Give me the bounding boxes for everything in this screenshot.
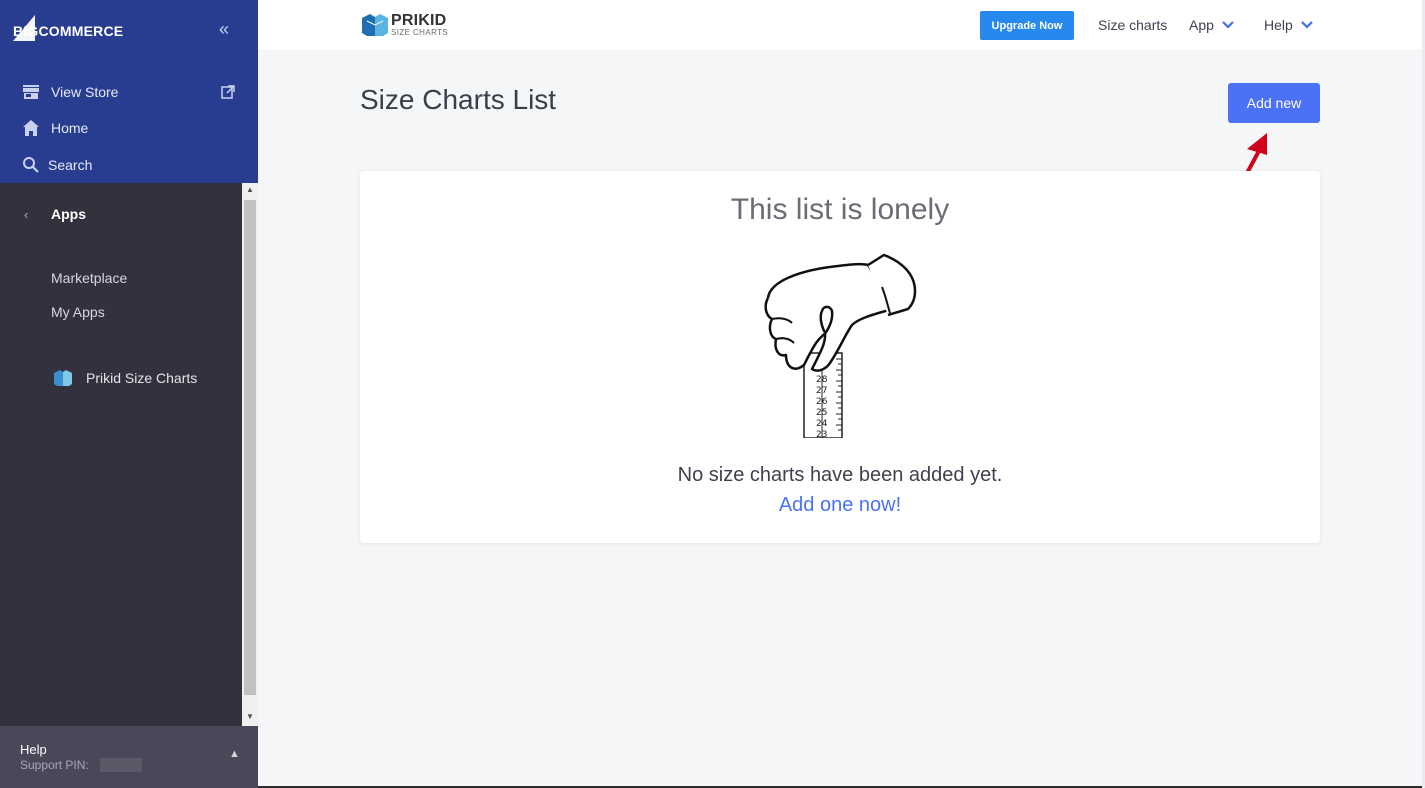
add-new-button[interactable]: Add new bbox=[1228, 83, 1320, 123]
prikid-logo-icon bbox=[54, 370, 72, 386]
bigcommerce-logo-text[interactable]: BIGCOMMERCE bbox=[13, 23, 123, 39]
nav-app-label: App bbox=[1189, 17, 1214, 33]
scroll-down-arrow-icon[interactable]: ▼ bbox=[242, 712, 258, 724]
nav-app-dropdown[interactable]: App bbox=[1189, 17, 1234, 33]
nav-home[interactable]: Home bbox=[22, 119, 88, 137]
sidebar-header: BIGCOMMERCE « View Store Home Search bbox=[0, 0, 258, 183]
page-title: Size Charts List bbox=[360, 84, 557, 115]
nav-search[interactable]: Search bbox=[22, 156, 92, 174]
ruler-number: 27 bbox=[816, 386, 827, 396]
chevron-down-icon bbox=[1222, 21, 1234, 29]
collapse-sidebar-icon[interactable]: « bbox=[219, 20, 237, 39]
nav-home-label: Home bbox=[51, 120, 89, 136]
support-pin-redacted bbox=[100, 758, 142, 772]
top-bar: PRIKID SIZE CHARTS Upgrade Now Size char… bbox=[258, 0, 1422, 51]
ruler-number: 23 bbox=[816, 430, 827, 438]
empty-state-title: This list is lonely bbox=[730, 193, 950, 226]
brand-subtitle: SIZE CHARTS bbox=[391, 28, 449, 37]
chevron-left-icon[interactable]: ‹ bbox=[24, 207, 28, 222]
search-icon bbox=[23, 157, 39, 173]
chevron-up-icon[interactable]: ▲ bbox=[229, 748, 240, 760]
sidebar: BIGCOMMERCE « View Store Home Search ▲ ▼… bbox=[0, 0, 258, 788]
nav-view-store[interactable]: View Store bbox=[22, 83, 118, 101]
support-pin-label: Support PIN: bbox=[20, 758, 89, 772]
nav-size-charts-label: Size charts bbox=[1098, 17, 1168, 33]
nav-view-store-label: View Store bbox=[51, 84, 119, 100]
nav-my-apps[interactable]: My Apps bbox=[51, 304, 105, 320]
nav-marketplace[interactable]: Marketplace bbox=[51, 270, 127, 286]
sidebar-footer: Help Support PIN: ▲ bbox=[0, 726, 258, 788]
nav-help-dropdown[interactable]: Help bbox=[1264, 17, 1313, 33]
scroll-up-arrow-icon[interactable]: ▲ bbox=[242, 185, 258, 197]
empty-state-message: No size charts have been added yet. bbox=[677, 464, 1003, 486]
prikid-logo-icon[interactable] bbox=[361, 13, 389, 37]
empty-state-card: This list is lonely 28 27 26 25 24 23 No… bbox=[360, 171, 1320, 543]
nav-size-charts[interactable]: Size charts bbox=[1098, 17, 1167, 33]
upgrade-now-button[interactable]: Upgrade Now bbox=[980, 11, 1074, 40]
chevron-down-icon bbox=[1301, 21, 1313, 29]
store-icon bbox=[23, 85, 39, 99]
add-one-now-link[interactable]: Add one now! bbox=[360, 494, 1320, 517]
nav-prikid-size-charts[interactable]: Prikid Size Charts bbox=[53, 369, 197, 387]
home-icon bbox=[23, 120, 39, 136]
nav-help-label: Help bbox=[1264, 17, 1293, 33]
ruler-number: 26 bbox=[816, 397, 828, 407]
ruler-number: 28 bbox=[816, 375, 828, 385]
sidebar-scrollbar-thumb[interactable] bbox=[244, 200, 256, 695]
hand-measuring-tape-illustration: 28 27 26 25 24 23 bbox=[764, 253, 917, 438]
nav-prikid-label: Prikid Size Charts bbox=[86, 370, 198, 386]
nav-search-label: Search bbox=[48, 157, 93, 173]
section-title-apps[interactable]: Apps bbox=[51, 206, 86, 222]
help-title[interactable]: Help bbox=[20, 742, 47, 757]
ruler-number: 24 bbox=[816, 419, 828, 429]
ruler-number: 25 bbox=[816, 408, 827, 418]
external-link-icon[interactable] bbox=[221, 85, 235, 99]
